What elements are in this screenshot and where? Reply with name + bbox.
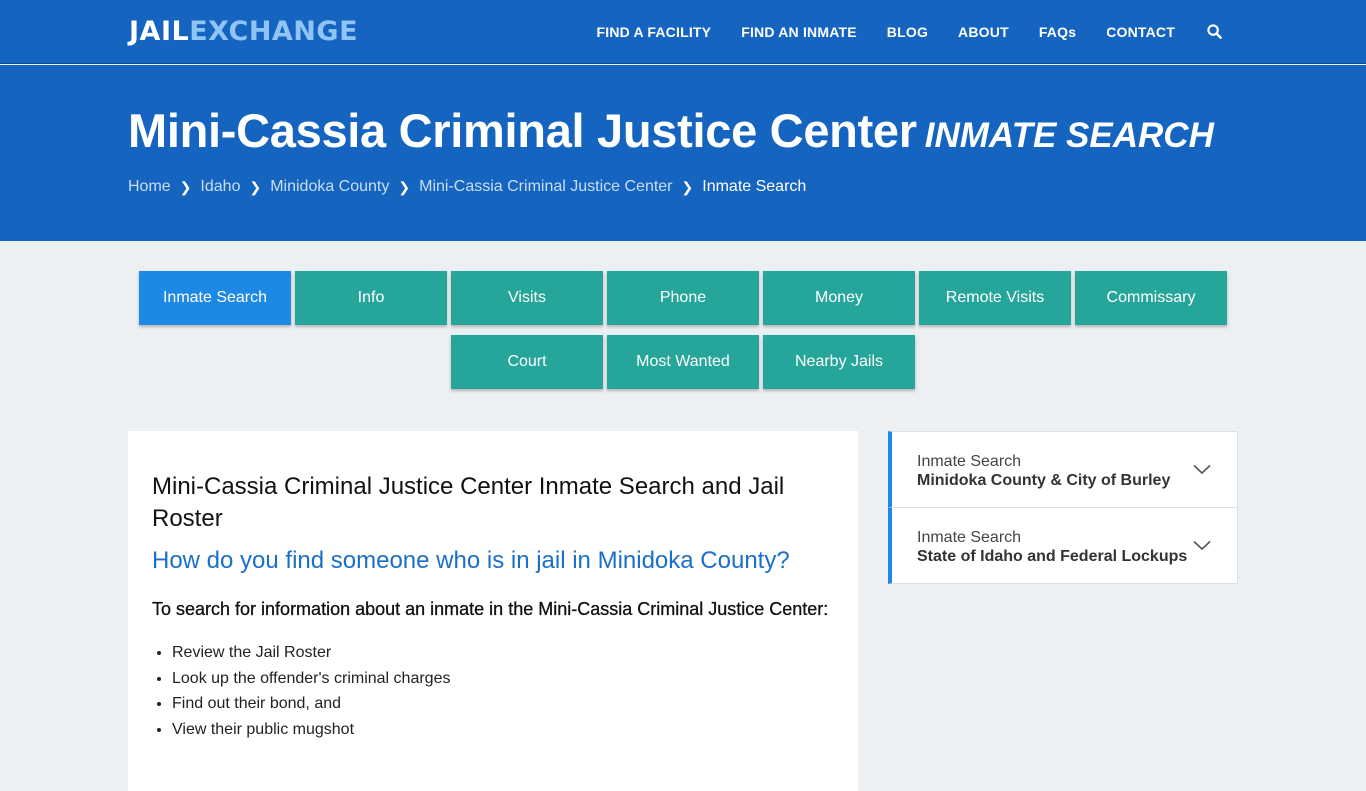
- facility-tabs: Inmate Search Info Visits Phone Money Re…: [0, 271, 1366, 399]
- nav-contact[interactable]: CONTACT: [1106, 24, 1175, 40]
- content-lead: To search for information about an inmat…: [152, 599, 829, 619]
- tab-info[interactable]: Info: [295, 271, 447, 325]
- sidebar-item-detail: State of Idaho and Federal Lockups: [917, 548, 1188, 565]
- tab-inmate-search[interactable]: Inmate Search: [139, 271, 291, 325]
- site-logo[interactable]: JAILEXCHANGE: [129, 16, 358, 47]
- page-title: Mini-Cassia Criminal Justice Center INMAT…: [128, 103, 1214, 158]
- breadcrumb-home[interactable]: Home: [128, 178, 171, 196]
- breadcrumb: Home ❯ Idaho ❯ Minidoka County ❯ Mini-Ca…: [128, 178, 806, 196]
- top-navbar: JAILEXCHANGE FIND A FACILITY FIND AN INM…: [0, 0, 1366, 64]
- tab-phone[interactable]: Phone: [607, 271, 759, 325]
- main-content-card: Mini-Cassia Criminal Justice Center Inma…: [128, 431, 858, 791]
- nav-blog[interactable]: BLOG: [887, 24, 928, 40]
- tab-remote-visits[interactable]: Remote Visits: [919, 271, 1071, 325]
- breadcrumb-idaho[interactable]: Idaho: [200, 178, 240, 196]
- content-heading: Mini-Cassia Criminal Justice Center Inma…: [152, 473, 785, 532]
- content-list: Review the Jail Roster Look up the offen…: [152, 640, 834, 742]
- nav-faqs[interactable]: FAQs: [1039, 24, 1076, 40]
- chevron-down-icon: [1193, 538, 1211, 556]
- tab-nearby-jails[interactable]: Nearby Jails: [763, 335, 915, 389]
- facility-tabs-row-1: Inmate Search Info Visits Phone Money Re…: [0, 271, 1366, 325]
- chevron-right-icon: ❯: [179, 178, 192, 195]
- nav-find-an-inmate[interactable]: FIND AN INMATE: [741, 24, 857, 40]
- tab-most-wanted[interactable]: Most Wanted: [607, 335, 759, 389]
- sidebar-item-label: Inmate Search: [917, 529, 1022, 546]
- list-item: Find out their bond, and: [172, 691, 834, 717]
- content-question: How do you find someone who is in jail i…: [152, 547, 790, 574]
- tab-visits[interactable]: Visits: [451, 271, 603, 325]
- page-title-main: Mini-Cassia Criminal Justice Center: [128, 104, 917, 157]
- sidebar-item-state-search[interactable]: Inmate Search State of Idaho and Federal…: [888, 507, 1238, 584]
- list-item: Look up the offender's criminal charges: [172, 666, 834, 692]
- page-title-subtitle: INMATE SEARCH: [924, 116, 1214, 155]
- tab-money[interactable]: Money: [763, 271, 915, 325]
- chevron-right-icon: ❯: [398, 178, 411, 195]
- breadcrumb-minidoka-county[interactable]: Minidoka County: [270, 178, 389, 196]
- main-nav: FIND A FACILITY FIND AN INMATE BLOG ABOU…: [566, 0, 1223, 64]
- tab-court[interactable]: Court: [451, 335, 603, 389]
- tab-commissary[interactable]: Commissary: [1075, 271, 1227, 325]
- chevron-right-icon: ❯: [681, 178, 694, 195]
- logo-part-exchange: EXCHANGE: [189, 16, 359, 47]
- nav-find-a-facility[interactable]: FIND A FACILITY: [596, 24, 711, 40]
- sidebar-item-detail: Minidoka County & City of Burley: [917, 472, 1171, 489]
- sidebar: Inmate Search Minidoka County & City of …: [888, 431, 1238, 584]
- list-item: View their public mugshot: [172, 717, 834, 743]
- facility-tabs-row-2: Court Most Wanted Nearby Jails: [0, 335, 1366, 389]
- chevron-right-icon: ❯: [249, 178, 262, 195]
- breadcrumb-facility[interactable]: Mini-Cassia Criminal Justice Center: [419, 178, 672, 196]
- page-hero: Mini-Cassia Criminal Justice Center INMAT…: [0, 65, 1366, 241]
- sidebar-item-county-search[interactable]: Inmate Search Minidoka County & City of …: [888, 431, 1238, 508]
- list-item: Review the Jail Roster: [172, 640, 834, 666]
- search-icon[interactable]: [1207, 24, 1223, 40]
- sidebar-item-label: Inmate Search: [917, 453, 1022, 470]
- chevron-down-icon: [1193, 462, 1211, 480]
- logo-part-jail: JAIL: [129, 16, 190, 47]
- nav-about[interactable]: ABOUT: [958, 24, 1009, 40]
- breadcrumb-current: Inmate Search: [702, 178, 807, 195]
